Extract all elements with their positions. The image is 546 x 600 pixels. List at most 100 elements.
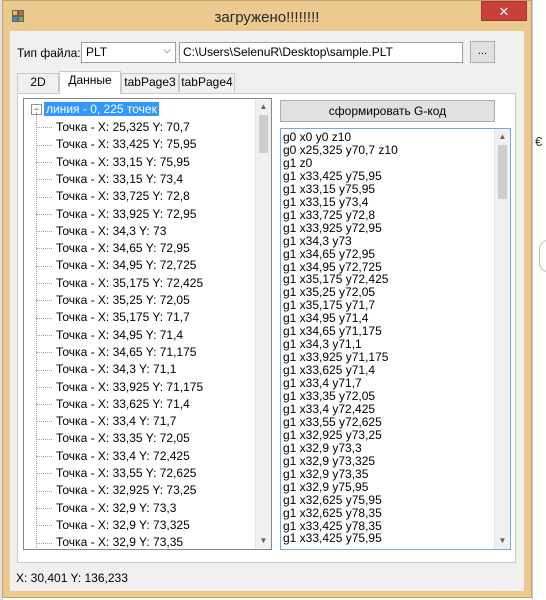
tree-point-label: Точка - X: 32,9 Y: 73,35 [56,535,184,550]
tree-connector [36,196,52,198]
tree-point-item[interactable]: Точка - X: 33,425 Y: 75,95 [36,137,196,154]
tree-point-label: Точка - X: 32,9 Y: 73,325 [56,517,190,532]
file-path-input[interactable]: C:\Users\SelenuR\Desktop\sample.PLT [179,42,463,63]
tree-connector [36,473,52,475]
background-window-strip: € [532,0,546,600]
tree-point-item[interactable]: Точка - X: 32,9 Y: 73,325 [36,518,190,535]
tab-2d[interactable]: 2D [17,73,59,92]
file-type-value: PLT [86,45,108,59]
gcode-line: g1 x33,15 y75,95 [283,181,376,196]
status-bar: X: 30,401 Y: 136,233 [10,564,524,591]
tree-point-item[interactable]: Точка - X: 33,725 Y: 72,8 [36,189,190,206]
tree-point-label: Точка - X: 33,15 Y: 75,95 [56,154,190,169]
tree-point-item[interactable]: Точка - X: 34,95 Y: 72,725 [36,258,196,275]
tree-point-item[interactable]: Точка - X: 32,9 Y: 73,35 [36,535,184,550]
tree-point-label: Точка - X: 33,35 Y: 72,05 [56,431,190,446]
tree-point-label: Точка - X: 34,3 Y: 73 [56,223,167,238]
background-glyph: € [535,134,543,149]
tree-point-item[interactable]: Точка - X: 35,175 Y: 71,7 [36,310,190,327]
tree-point-item[interactable]: Точка - X: 33,4 Y: 72,425 [36,449,190,466]
tree-connector [36,386,52,388]
chevron-down-icon: ⌵ [163,45,171,56]
tree-connector [36,456,52,458]
tree-connector [36,404,52,406]
gcode-line: g1 x32,625 y75,95 [283,492,382,507]
tree-point-label: Точка - X: 32,9 Y: 73,3 [56,500,177,515]
gcode-scrollbar[interactable]: ▲ ▼ [494,129,510,549]
tab-page3[interactable]: tabPage3 [121,73,179,92]
tree-point-label: Точка - X: 35,175 Y: 72,425 [56,275,204,290]
tree-point-label: Точка - X: 35,25 Y: 72,05 [56,293,190,307]
gcode-line: g1 x34,3 y73 [283,233,352,248]
tree-point-item[interactable]: Точка - X: 32,925 Y: 73,25 [36,483,196,500]
tree-point-item[interactable]: Точка - X: 33,4 Y: 71,7 [36,414,176,431]
tree-point-item[interactable]: Точка - X: 33,55 Y: 72,625 [36,466,196,483]
collapse-icon[interactable]: − [31,104,42,116]
background-control-edge [539,240,546,272]
browse-button[interactable]: ... [470,41,495,63]
scroll-down-icon[interactable]: ▼ [256,533,271,549]
tree-point-item[interactable]: Точка - X: 33,15 Y: 75,95 [36,155,190,172]
tab-panel-data: − линия - 0, 225 точек Точка - X: 25,325 … [17,93,516,563]
tree-point-item[interactable]: Точка - X: 35,25 Y: 72,05 [36,293,190,310]
scroll-thumb[interactable] [498,145,507,199]
tab-page4[interactable]: tabPage4 [179,73,235,92]
gcode-line: g1 x32,625 y78,35 [283,505,382,520]
tree-point-item[interactable]: Точка - X: 34,3 Y: 71,1 [36,362,176,379]
tree-point-label: Точка - X: 34,95 Y: 71,4 [56,327,184,342]
gcode-line: g1 x33,925 y72,95 [283,220,382,235]
tree-point-item[interactable]: Точка - X: 34,65 Y: 72,95 [36,241,190,258]
tree-point-label: Точка - X: 34,95 Y: 72,725 [56,258,197,273]
main-window: загружено!!!!!!!! ✕ Тип файла: PLT ⌵ C:\… [2,0,532,598]
tree-connector [36,283,52,285]
tree-scrollbar[interactable]: ▲ ▼ [255,99,271,549]
tree-connector [36,300,52,302]
scroll-up-icon[interactable]: ▲ [256,99,271,115]
gcode-line: g0 x25,325 y70,7 z10 [283,142,398,157]
generate-gcode-button[interactable]: сформировать G-код [280,100,495,122]
gcode-textbox[interactable]: g0 x0 y0 z10 g0 x25,325 y70,7 z10 g1 z0 g1 … [280,128,511,550]
tree-point-label: Точка - X: 34,65 Y: 72,95 [56,241,190,256]
file-type-select[interactable]: PLT ⌵ [81,42,176,63]
tree-connector [36,317,52,319]
title-bar[interactable]: загружено!!!!!!!! ✕ [3,1,531,31]
file-type-label: Тип файла: [17,46,81,60]
tree-point-label: Точка - X: 33,15 Y: 73,4 [56,171,184,186]
points-tree-view[interactable]: − линия - 0, 225 точек Точка - X: 25,325 … [23,98,272,550]
tree-point-label: Точка - X: 33,925 Y: 71,175 [56,379,204,394]
tree-point-label: Точка - X: 33,55 Y: 72,625 [56,466,197,480]
tree-connector [36,144,52,146]
tree-point-item[interactable]: Точка - X: 33,35 Y: 72,05 [36,431,190,448]
tree-connector [36,231,52,233]
tree-point-item[interactable]: Точка - X: 34,65 Y: 71,175 [36,345,196,362]
gcode-line: g1 x32,925 y73,25 [283,427,382,442]
tree-point-item[interactable]: Точка - X: 34,95 Y: 71,4 [36,328,183,345]
client-area: Тип файла: PLT ⌵ C:\Users\SelenuR\Deskto… [10,31,524,591]
tree-connector [36,525,52,527]
tree-point-item[interactable]: Точка - X: 35,175 Y: 72,425 [36,276,203,293]
gcode-line: g1 x33,15 y73,4 [283,194,369,209]
scroll-thumb[interactable] [259,115,268,153]
tree-point-item[interactable]: Точка - X: 33,925 Y: 71,175 [36,380,203,397]
gcode-line: g1 x33,425 y75,95 [283,168,382,183]
tree-point-label: Точка - X: 34,65 Y: 71,175 [56,344,197,359]
tree-connector [36,507,52,509]
scroll-up-icon[interactable]: ▲ [495,129,510,145]
tree-point-item[interactable]: Точка - X: 34,3 Y: 73 [36,224,166,241]
tree-connector [36,369,52,371]
gcode-line: g1 x32,9 y75,95 [283,479,369,494]
tab-data[interactable]: Данные [59,71,121,94]
gcode-line: g1 x33,725 y72,8 [283,207,376,222]
tree-root-label: линия - 0, 225 точек [44,102,159,116]
tree-root-node[interactable]: − линия - 0, 225 точек [31,102,159,118]
close-button[interactable]: ✕ [481,1,527,21]
tree-point-item[interactable]: Точка - X: 33,625 Y: 71,4 [36,397,190,414]
tree-connector [36,542,52,544]
scroll-down-icon[interactable]: ▼ [495,533,510,549]
tree-point-item[interactable]: Точка - X: 32,9 Y: 73,3 [36,501,176,518]
tree-connector [36,161,52,163]
tree-point-item[interactable]: Точка - X: 25,325 Y: 70,7 [36,120,190,137]
tree-point-item[interactable]: Точка - X: 33,925 Y: 72,95 [36,207,196,224]
tree-connector [36,127,52,129]
tree-point-item[interactable]: Точка - X: 33,15 Y: 73,4 [36,172,183,189]
